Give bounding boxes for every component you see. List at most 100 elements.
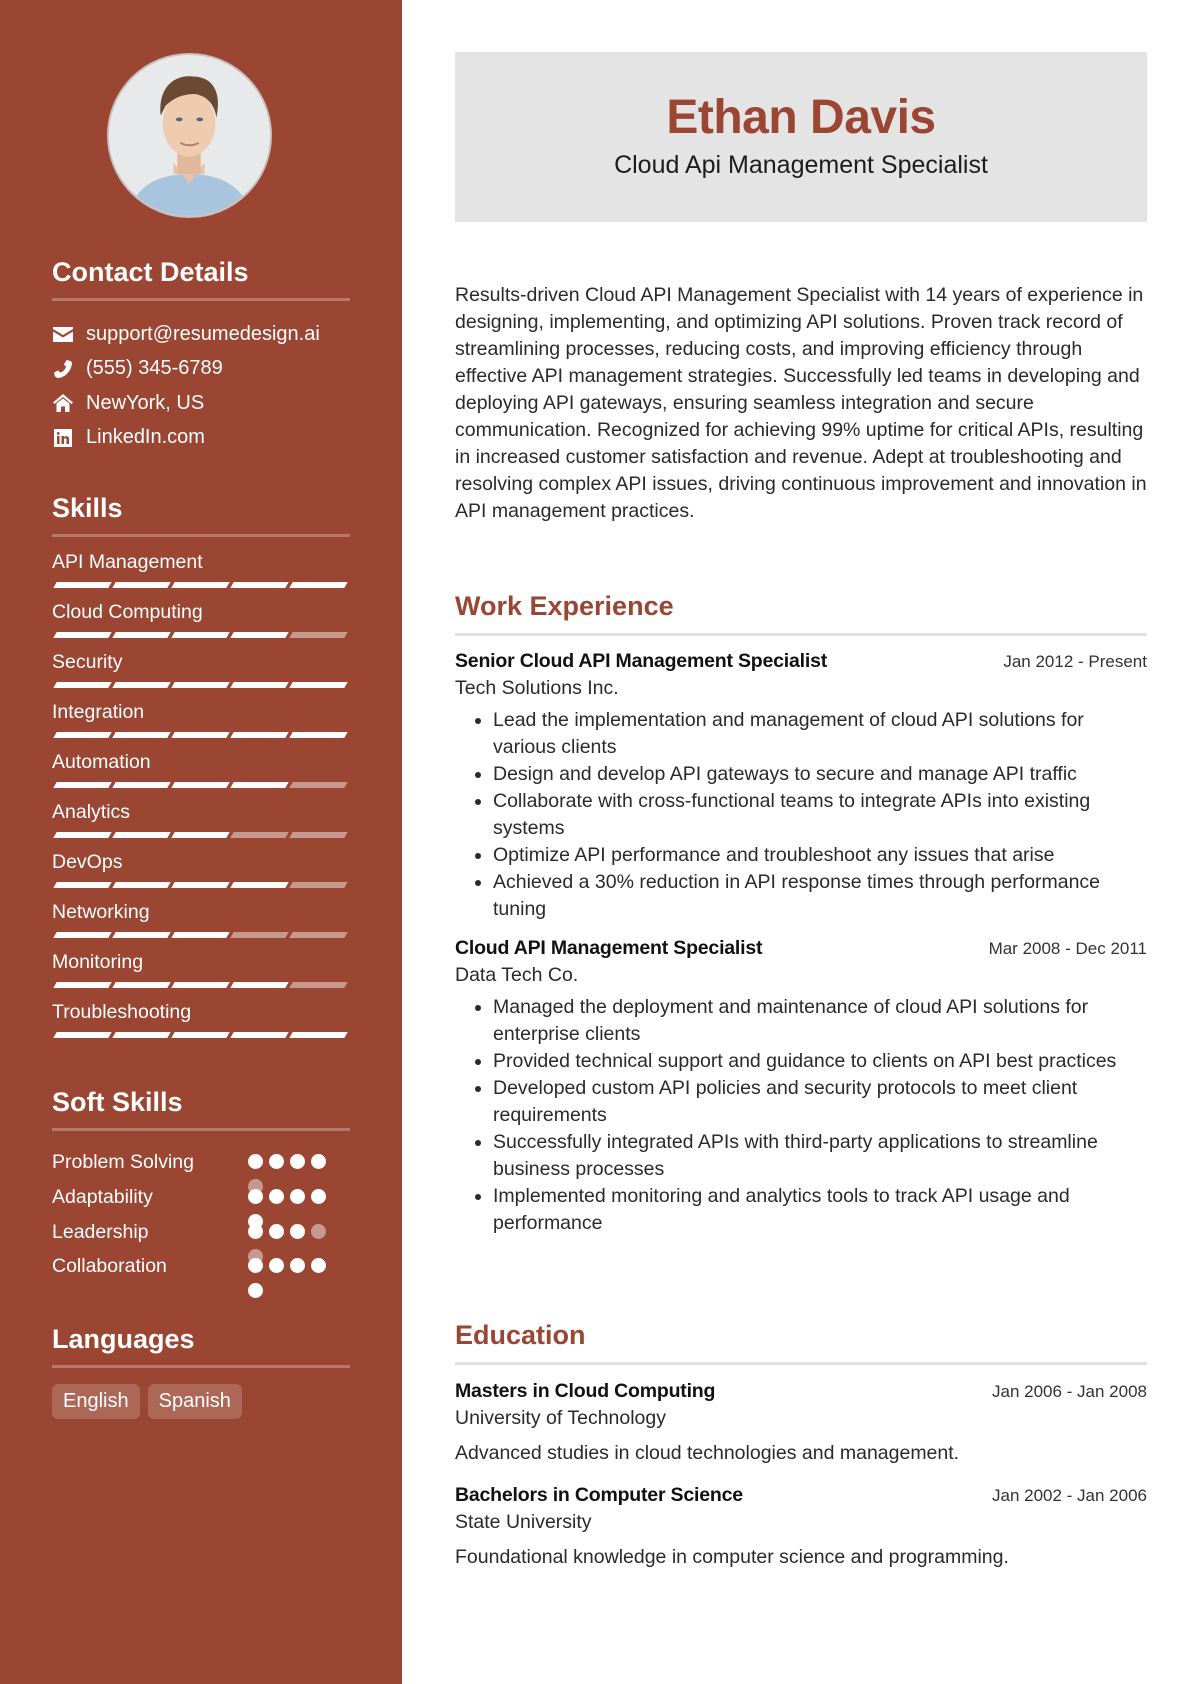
contact-location-text: NewYork, US (86, 391, 205, 414)
languages-section: Languages English Spanish (52, 1322, 350, 1419)
skill-level-bar (52, 1032, 350, 1038)
skill-segment-empty (289, 832, 348, 838)
job-bullets: Managed the deployment and maintenance o… (455, 994, 1147, 1237)
skill-segment-filled (171, 832, 230, 838)
section-divider (455, 1362, 1147, 1365)
skill-segment-filled (53, 582, 112, 588)
education-dates: Jan 2006 - Jan 2008 (991, 1382, 1147, 1401)
job-bullet: Optimize API performance and troubleshoo… (493, 842, 1147, 869)
skill-segment-filled (53, 882, 112, 888)
contact-email-text: support@resumedesign.ai (86, 322, 320, 345)
rating-dot-filled (269, 1188, 284, 1204)
contact-linkedin-text: LinkedIn.com (86, 426, 205, 449)
soft-skill-item: Problem Solving (52, 1149, 350, 1194)
skill-segment-filled (53, 632, 112, 638)
soft-skill-name: Problem Solving (52, 1151, 194, 1173)
soft-skill-name: Collaboration (52, 1255, 167, 1278)
skill-segment-filled (230, 732, 289, 738)
contact-section: Contact Details support@resumedesign.ai … (52, 255, 350, 455)
school: State University (455, 1511, 592, 1533)
education-heading: Education (455, 1320, 586, 1350)
education-description: Advanced studies in cloud technologies a… (455, 1442, 960, 1464)
skill-segment-filled (171, 782, 230, 788)
soft-skill-item: Leadership (52, 1219, 350, 1264)
rating-dot-filled (269, 1154, 284, 1169)
rating-dot-filled (269, 1258, 284, 1274)
skill-item: API Management (52, 550, 350, 591)
degree: Masters in Cloud Computing (455, 1380, 716, 1402)
skill-name: Monitoring (52, 951, 144, 973)
skill-segment-filled (112, 782, 171, 788)
rating-dot-filled (311, 1258, 326, 1274)
skill-name: API Management (52, 551, 203, 573)
skill-segment-filled (230, 982, 289, 988)
skill-segment-filled (53, 1032, 112, 1038)
profile-photo (109, 55, 270, 216)
skill-level-bar (52, 732, 350, 738)
rating-dot-filled (248, 1258, 263, 1274)
section-divider (52, 534, 350, 537)
job-bullet: Managed the deployment and maintenance o… (493, 994, 1147, 1048)
skill-segment-filled (53, 832, 112, 838)
skill-segment-filled (112, 682, 171, 688)
soft-skill-item: Collaboration (52, 1253, 350, 1299)
rating-dot-filled (290, 1223, 305, 1239)
contact-linkedin[interactable]: LinkedIn.com (52, 421, 350, 456)
work-entry: Senior Cloud API Management Specialist J… (455, 648, 1147, 923)
education-description: Foundational knowledge in computer scien… (455, 1546, 1009, 1568)
rating-dot-filled (248, 1154, 263, 1169)
home-icon (52, 393, 74, 413)
contact-email[interactable]: support@resumedesign.ai (52, 317, 350, 352)
work-entry: Cloud API Management Specialist Mar 2008… (455, 935, 1147, 1237)
skill-segment-empty (289, 632, 348, 638)
soft-skill-item: Adaptability (52, 1184, 350, 1229)
rating-dot-filled (290, 1188, 305, 1204)
skill-level-bar (52, 782, 350, 788)
skill-item: Automation (52, 750, 350, 791)
candidate-title: Cloud Api Management Specialist (614, 151, 988, 179)
education-dates: Jan 2002 - Jan 2006 (991, 1486, 1147, 1505)
contact-location: NewYork, US (52, 386, 350, 421)
skill-segment-filled (53, 932, 112, 938)
skill-segment-filled (230, 682, 289, 688)
job-company: Tech Solutions Inc. (455, 677, 619, 699)
rating-dot-filled (290, 1154, 305, 1169)
skill-name: Integration (52, 701, 145, 723)
skill-name: Troubleshooting (52, 1001, 192, 1023)
skill-segment-filled (289, 582, 348, 588)
skill-segment-filled (53, 982, 112, 988)
job-bullet: Lead the implementation and management o… (493, 707, 1147, 761)
skills-heading: Skills (52, 493, 123, 523)
skill-segment-filled (112, 832, 171, 838)
degree: Bachelors in Computer Science (455, 1484, 743, 1506)
rating-dot-filled (290, 1258, 305, 1274)
skill-segment-filled (171, 582, 230, 588)
skill-segment-empty (230, 832, 289, 838)
skill-segment-filled (53, 682, 112, 688)
section-divider (52, 1128, 350, 1131)
phone-icon (52, 359, 74, 379)
section-divider (455, 633, 1147, 636)
soft-skill-list: Problem Solving Adaptability Leadership Col… (52, 1149, 350, 1299)
skill-name: Security (52, 651, 123, 673)
languages-heading: Languages (52, 1324, 195, 1354)
skill-item: Cloud Computing (52, 600, 350, 641)
education-entry: Bachelors in Computer Science Jan 2002 -… (455, 1482, 1147, 1571)
job-bullet: Collaborate with cross-functional teams … (493, 788, 1147, 842)
candidate-name: Ethan Davis (666, 91, 936, 144)
skill-item: Networking (52, 900, 350, 941)
resume-header: Ethan Davis Cloud Api Management Special… (455, 52, 1147, 222)
skill-segment-filled (112, 632, 171, 638)
contact-phone[interactable]: (555) 345-6789 (52, 352, 350, 387)
skill-segment-empty (289, 782, 348, 788)
skill-segment-filled (112, 1032, 171, 1038)
contact-phone-text: (555) 345-6789 (86, 357, 223, 380)
skill-segment-empty (230, 932, 289, 938)
rating-dot-empty (311, 1223, 326, 1239)
job-bullet: Successfully integrated APIs with third-… (493, 1129, 1147, 1183)
skill-level-bar (52, 632, 350, 638)
skill-name: Automation (52, 751, 151, 773)
skill-segment-filled (289, 682, 348, 688)
summary-text: Results-driven Cloud API Management Spec… (455, 284, 1147, 522)
avatar (107, 53, 272, 218)
